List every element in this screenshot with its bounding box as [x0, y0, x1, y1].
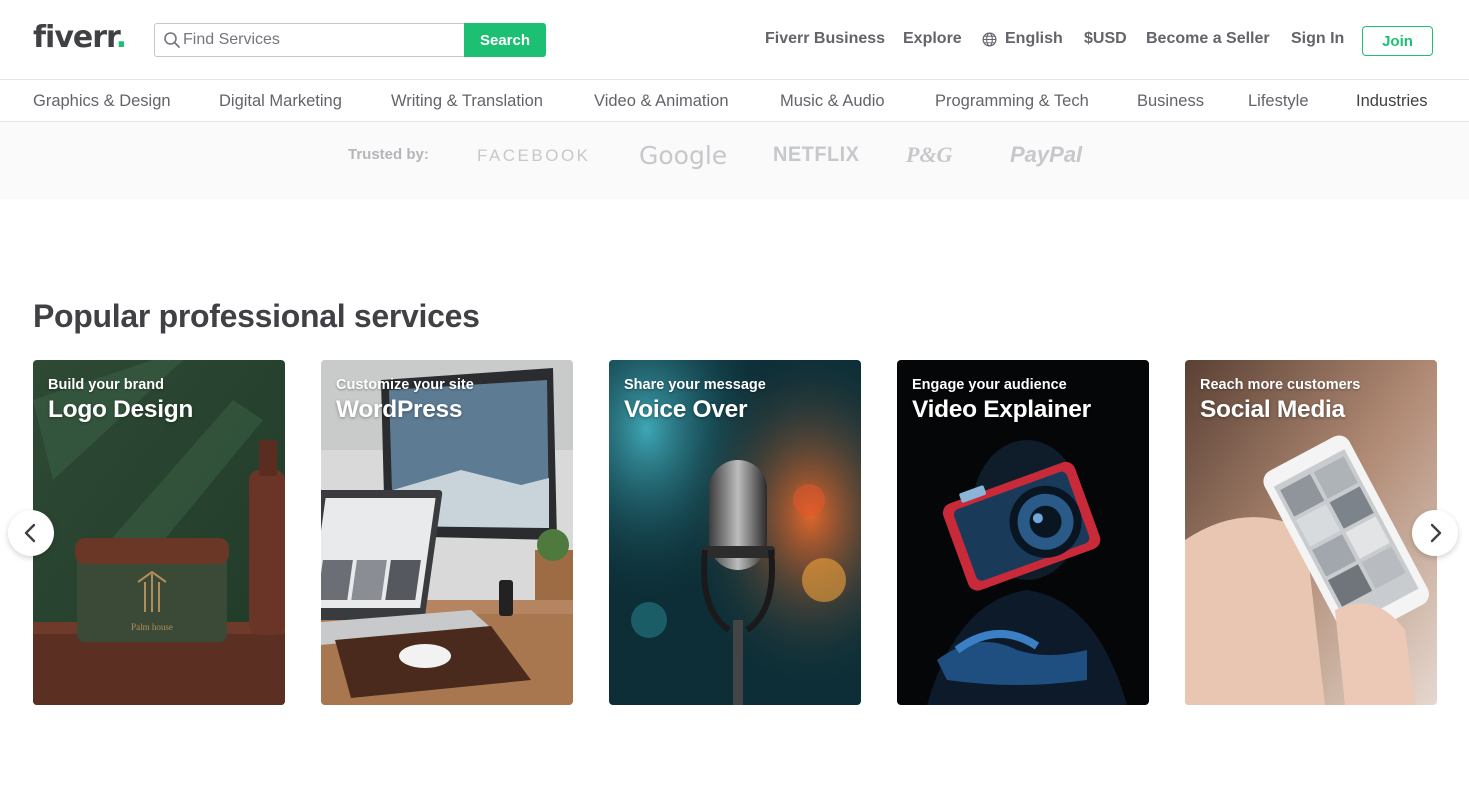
card-title: Video Explainer — [912, 396, 1091, 423]
card-subtitle: Reach more customers — [1200, 377, 1361, 393]
fiverr-business-link[interactable]: Fiverr Business — [765, 28, 885, 50]
category-graphics-design[interactable]: Graphics & Design — [33, 90, 171, 112]
search-bar: Search — [154, 23, 546, 57]
brand-paypal: PayPal — [1010, 142, 1083, 167]
card-subtitle: Share your message — [624, 377, 766, 393]
service-card-social-media[interactable]: Reach more customers Social Media — [1185, 360, 1437, 705]
trusted-by-bar: Trusted by: FACEBOOK Google NETFLIX P&G … — [0, 122, 1469, 199]
trusted-by-label: Trusted by: — [348, 146, 429, 163]
brand-facebook: FACEBOOK — [477, 146, 591, 165]
category-digital-marketing[interactable]: Digital Marketing — [219, 90, 342, 112]
logo-text: fiverr — [33, 20, 117, 55]
search-button[interactable]: Search — [464, 23, 546, 57]
service-card-voice-over[interactable]: Share your message Voice Over — [609, 360, 861, 705]
category-industries[interactable]: Industries — [1356, 90, 1428, 112]
category-business[interactable]: Business — [1137, 90, 1204, 112]
card-title: Social Media — [1200, 396, 1345, 423]
sign-in-link[interactable]: Sign In — [1291, 28, 1344, 50]
section-title: Popular professional services — [33, 298, 480, 334]
card-title: Voice Over — [624, 396, 748, 423]
card-subtitle: Engage your audience — [912, 377, 1067, 393]
language-selector[interactable]: English — [1005, 28, 1063, 50]
currency-selector[interactable]: $USD — [1084, 28, 1127, 50]
category-lifestyle[interactable]: Lifestyle — [1248, 90, 1309, 112]
fiverr-logo[interactable]: fiverr. — [33, 20, 127, 56]
category-video-animation[interactable]: Video & Animation — [594, 90, 729, 112]
search-icon — [164, 32, 180, 48]
chevron-right-icon — [1430, 523, 1442, 543]
search-input[interactable] — [183, 24, 453, 56]
category-nav: Graphics & Design Digital Marketing Writ… — [0, 80, 1469, 122]
svg-text:Palm house: Palm house — [131, 622, 173, 632]
service-card-logo-design[interactable]: Palm house Build your brand Logo Design — [33, 360, 285, 705]
service-card-wordpress[interactable]: Customize your site WordPress — [321, 360, 573, 705]
service-card-video-explainer[interactable]: Engage your audience Video Explainer — [897, 360, 1149, 705]
join-button[interactable]: Join — [1362, 26, 1433, 56]
category-programming-tech[interactable]: Programming & Tech — [935, 90, 1089, 112]
chevron-left-icon — [24, 523, 36, 543]
category-music-audio[interactable]: Music & Audio — [780, 90, 885, 112]
become-seller-link[interactable]: Become a Seller — [1146, 28, 1270, 50]
explore-link[interactable]: Explore — [903, 28, 962, 50]
site-header: fiverr. Search Fiverr Business Explore E… — [0, 0, 1469, 80]
logo-dot: . — [115, 20, 127, 55]
carousel-next-button[interactable] — [1412, 510, 1458, 556]
card-subtitle: Customize your site — [336, 377, 474, 393]
brand-netflix: NETFLIX — [773, 143, 860, 166]
category-writing-translation[interactable]: Writing & Translation — [391, 90, 543, 112]
brand-google: Google — [639, 141, 728, 170]
globe-icon — [982, 32, 997, 47]
card-title: WordPress — [336, 396, 463, 423]
carousel-prev-button[interactable] — [8, 510, 54, 556]
card-title: Logo Design — [48, 396, 194, 423]
brand-pg: P&G — [906, 142, 953, 167]
search-box — [154, 23, 465, 57]
card-subtitle: Build your brand — [48, 377, 164, 393]
